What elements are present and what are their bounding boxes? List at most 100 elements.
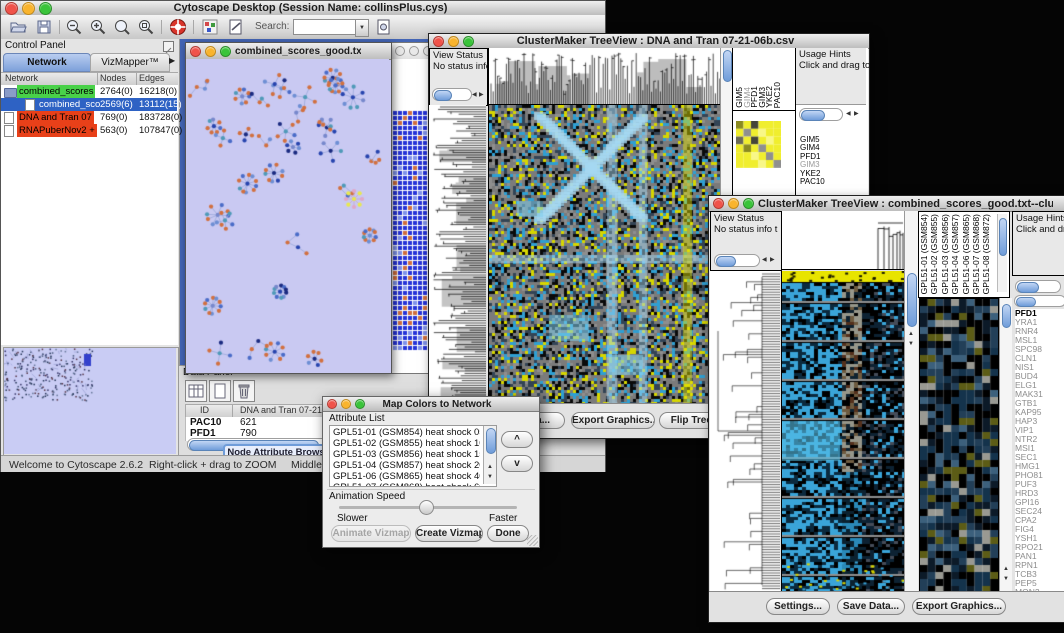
search-input[interactable] xyxy=(293,19,357,35)
attribute-list-item[interactable]: GPL51-02 (GSM855) heat shock 10 min xyxy=(330,438,480,449)
gene-list[interactable]: PFD1YRA1RNR4MSL1SPC98CLN1NIS1BUD4ELG1MAK… xyxy=(1015,309,1064,591)
tv2-column-dendrogram[interactable] xyxy=(781,211,904,270)
tv2-heatmap[interactable] xyxy=(781,271,904,591)
scroll-up-icon[interactable]: ▲ xyxy=(487,464,493,470)
network-list-row[interactable]: DNA and Tran 07769(0)183728(0) xyxy=(1,111,177,124)
attribute-list[interactable]: GPL51-01 (GSM854) heat shock 05 minGPL51… xyxy=(329,425,497,487)
zoom-fit-icon[interactable] xyxy=(113,18,131,36)
scroll-left-icon[interactable]: ◀ xyxy=(762,257,767,263)
delete-attribute-icon[interactable] xyxy=(233,380,255,402)
tv1-mini-matrix[interactable] xyxy=(736,121,781,168)
move-down-button[interactable]: v xyxy=(501,455,533,472)
zoom-button[interactable] xyxy=(220,46,231,57)
sliver-titlebar[interactable] xyxy=(391,43,431,60)
scroll-left-icon[interactable]: ◀ xyxy=(846,111,851,117)
network-graph-view[interactable] xyxy=(186,59,389,371)
scroll-down-icon[interactable]: ▼ xyxy=(487,474,493,480)
scroll-right-icon[interactable]: ▶ xyxy=(854,111,859,117)
slider-thumb[interactable] xyxy=(419,500,434,515)
minimize-button[interactable] xyxy=(409,46,419,56)
minimize-button[interactable] xyxy=(448,36,459,47)
minimize-button[interactable] xyxy=(205,46,216,57)
attribute-list-item[interactable]: GPL51-03 (GSM856) heat shock 15 min xyxy=(330,449,480,460)
tv2-save-data-button[interactable]: Save Data... xyxy=(837,598,905,615)
data-row-value[interactable]: 621 xyxy=(240,417,257,428)
tv2-genes-hscrollbar[interactable] xyxy=(1014,295,1064,307)
tv2-row-dendrogram[interactable] xyxy=(710,271,780,591)
minimize-button[interactable] xyxy=(22,2,35,15)
close-button[interactable] xyxy=(190,46,201,57)
tv2-settings-button[interactable]: Settings... xyxy=(766,598,830,615)
tv1-row-dendrogram[interactable] xyxy=(429,105,486,403)
table-mode-icon[interactable] xyxy=(185,380,207,402)
minimize-button[interactable] xyxy=(341,399,351,409)
tab-network[interactable]: Network xyxy=(3,53,91,72)
tv1-heatmap[interactable] xyxy=(488,105,720,403)
tv1-status-hscrollbar[interactable] xyxy=(432,88,472,101)
scroll-down-icon[interactable]: ▼ xyxy=(1003,576,1009,582)
animate-vizmap-button[interactable]: Animate Vizmap xyxy=(331,525,411,542)
close-button[interactable] xyxy=(327,399,337,409)
help-lifesaver-icon[interactable] xyxy=(169,18,187,36)
tv1-column-dendrogram[interactable] xyxy=(488,48,720,105)
scroll-right-icon[interactable]: ▶ xyxy=(479,92,484,98)
scroll-left-icon[interactable]: ◀ xyxy=(472,92,477,98)
close-button[interactable] xyxy=(5,2,18,15)
save-icon[interactable] xyxy=(35,18,53,36)
snapshot-icon[interactable] xyxy=(375,18,393,36)
treeview-combined-titlebar[interactable]: ClusterMaker TreeView : combined_scores_… xyxy=(709,196,1064,212)
treeview-dna-titlebar[interactable]: ClusterMaker TreeView : DNA and Tran 07-… xyxy=(429,34,869,49)
zoom-selected-icon[interactable] xyxy=(137,18,155,36)
attribute-list-item[interactable]: GPL51-06 (GSM865) heat shock 40 min xyxy=(330,471,480,482)
open-file-icon[interactable] xyxy=(9,18,27,36)
scroll-up-icon[interactable]: ▲ xyxy=(908,331,914,337)
zoom-button[interactable] xyxy=(463,36,474,47)
zoom-out-icon[interactable] xyxy=(65,18,83,36)
annotation-icon[interactable] xyxy=(227,18,245,36)
tv2-vscrollbar[interactable]: ▲ ▼ xyxy=(904,211,918,591)
close-button[interactable] xyxy=(433,36,444,47)
attribute-list-item[interactable]: GPL51-07 (GSM868) heat shock 60 min xyxy=(330,482,480,487)
attribute-list-item[interactable]: GPL51-01 (GSM854) heat shock 05 min xyxy=(330,427,480,438)
zoom-in-icon[interactable] xyxy=(89,18,107,36)
scroll-right-icon[interactable]: ▶ xyxy=(770,257,775,263)
minimize-button[interactable] xyxy=(728,198,739,209)
close-button[interactable] xyxy=(713,198,724,209)
network-table-header[interactable]: Network Nodes Edges xyxy=(1,72,178,86)
tv1-usage-hscrollbar[interactable] xyxy=(799,108,843,121)
zoom-button[interactable] xyxy=(743,198,754,209)
main-titlebar[interactable]: Cytoscape Desktop (Session Name: collins… xyxy=(1,1,605,16)
attribute-list-vscrollbar[interactable]: ▲ ▼ xyxy=(483,426,496,484)
network-view-titlebar[interactable]: combined_scores_good.txt--cluste... xyxy=(186,43,391,60)
tv2-labels-vscrollbar[interactable] xyxy=(997,214,1007,292)
tv2-usage-hscrollbar[interactable] xyxy=(1015,280,1061,293)
resize-grip[interactable] xyxy=(527,535,538,546)
tv2-export-graphics-button[interactable]: Export Graphics... xyxy=(912,598,1006,615)
zoom-button[interactable] xyxy=(39,2,52,15)
done-button[interactable]: Done xyxy=(487,525,529,542)
attribute-list-item[interactable]: GPL51-04 (GSM857) heat shock 20 min xyxy=(330,460,480,471)
scroll-up-icon[interactable]: ▲ xyxy=(1003,566,1009,572)
tv1-export-graphics-button[interactable]: Export Graphics... xyxy=(571,412,655,429)
search-dropdown-icon[interactable]: ▼ xyxy=(355,19,369,37)
network-list-row[interactable]: RNAPuberNov2 +563(0)107847(0) xyxy=(1,124,177,137)
tv2-zoom-vscrollbar[interactable]: ▲ ▼ xyxy=(999,298,1012,591)
scroll-down-icon[interactable]: ▼ xyxy=(908,341,914,347)
dialog-titlebar[interactable]: Map Colors to Network xyxy=(323,397,539,412)
network-list-row[interactable]: combined_sco2569(6)13112(15) xyxy=(1,98,177,111)
close-button[interactable] xyxy=(395,46,405,56)
float-panel-icon[interactable] xyxy=(163,41,174,52)
birdseye-view[interactable] xyxy=(3,347,179,457)
data-row-id[interactable]: PAC10 xyxy=(190,417,222,428)
network-list-row[interactable]: combined_scores2764(0)16218(0) xyxy=(1,85,177,98)
tv2-zoom-heatmap[interactable] xyxy=(919,298,999,593)
tv2-status-hscrollbar[interactable] xyxy=(714,254,760,267)
dense-network-view[interactable] xyxy=(391,59,429,371)
vizmapper-icon[interactable] xyxy=(201,18,219,36)
move-up-button[interactable]: ^ xyxy=(501,431,533,448)
create-vizmap-button[interactable]: Create Vizmap xyxy=(415,525,483,542)
new-attribute-icon[interactable] xyxy=(209,380,231,402)
tab-overflow-icon[interactable]: ▶ xyxy=(169,56,175,65)
tab-vizmapper[interactable]: VizMapper™ xyxy=(90,53,170,72)
zoom-button[interactable] xyxy=(355,399,365,409)
